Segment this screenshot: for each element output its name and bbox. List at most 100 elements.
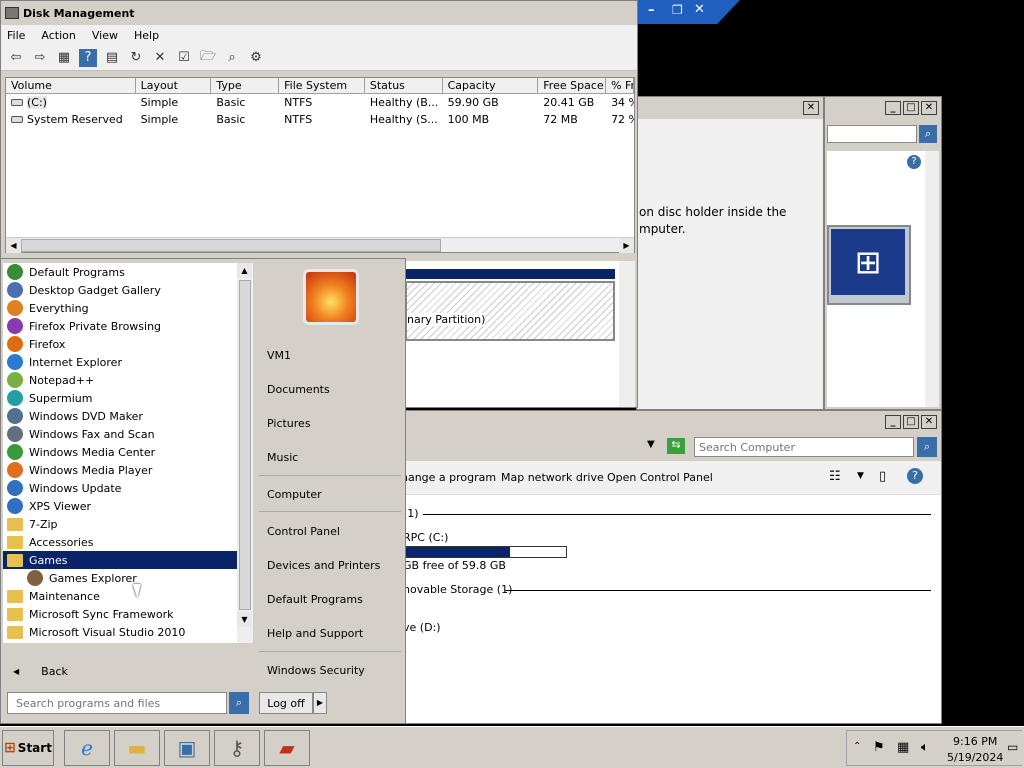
- link-default-programs[interactable]: Default Programs: [267, 593, 363, 606]
- forward-icon[interactable]: ⇨: [31, 49, 49, 67]
- list-item[interactable]: Windows DVD Maker: [3, 407, 237, 425]
- delete-icon[interactable]: ✕: [151, 49, 169, 67]
- list-item[interactable]: 7-Zip: [3, 515, 237, 533]
- user-picture[interactable]: [303, 269, 359, 325]
- menu-help[interactable]: Help: [134, 29, 159, 42]
- volume-icon[interactable]: 🔈︎: [921, 740, 929, 755]
- graphic-scrollbar[interactable]: [619, 261, 635, 407]
- clock-time[interactable]: 9:16 PM: [953, 735, 997, 748]
- start-button[interactable]: ⊞ Start: [2, 730, 54, 766]
- taskbar-toolbox-icon[interactable]: ▰: [264, 730, 310, 766]
- list-item[interactable]: Internet Explorer: [3, 353, 237, 371]
- list-item[interactable]: Windows Media Center: [3, 443, 237, 461]
- back-icon[interactable]: ⇦: [7, 49, 25, 67]
- list-item[interactable]: Windows Fax and Scan: [3, 425, 237, 443]
- taskbar-computer-management-icon[interactable]: ▣: [164, 730, 210, 766]
- address-dropdown-icon[interactable]: ▼: [647, 439, 655, 450]
- minimize-button[interactable]: _: [885, 101, 901, 115]
- link-documents[interactable]: Documents: [267, 383, 330, 396]
- link-help-support[interactable]: Help and Support: [267, 627, 363, 640]
- help-search-icon[interactable]: ⌕: [919, 125, 937, 143]
- scroll-down-icon[interactable]: ▼: [237, 612, 252, 627]
- col-percent-free[interactable]: % Fr: [606, 78, 634, 93]
- taskbar-explorer-icon[interactable]: ▬: [114, 730, 160, 766]
- scroll-right-icon[interactable]: ▶: [619, 237, 634, 253]
- network-icon[interactable]: ▦: [897, 740, 909, 755]
- help-icon[interactable]: ?: [907, 155, 921, 169]
- table-row[interactable]: (C:) Simple Basic NTFS Healthy (B... 59.…: [6, 94, 634, 111]
- scroll-thumb[interactable]: [21, 238, 441, 252]
- menu-view[interactable]: View: [92, 29, 118, 42]
- list-item[interactable]: Microsoft Sync Framework: [3, 605, 237, 623]
- list-item[interactable]: Games Explorer: [3, 569, 237, 587]
- menu-file[interactable]: File: [7, 29, 25, 42]
- list-item[interactable]: Windows Update: [3, 479, 237, 497]
- search-icon[interactable]: ⌕: [229, 692, 249, 714]
- col-layout[interactable]: Layout: [136, 78, 212, 93]
- list-item[interactable]: Everything: [3, 299, 237, 317]
- list-item[interactable]: Default Programs: [3, 263, 237, 281]
- maximize-button[interactable]: □: [903, 415, 919, 429]
- view-options-icon[interactable]: ☷: [829, 469, 841, 484]
- scroll-left-icon[interactable]: ◀: [6, 237, 21, 253]
- list-item[interactable]: Games: [3, 551, 237, 569]
- col-capacity[interactable]: Capacity: [443, 78, 539, 93]
- link-control-panel[interactable]: Control Panel: [267, 525, 340, 538]
- view-dropdown-icon[interactable]: ▼: [857, 471, 864, 481]
- table-row[interactable]: System Reserved Simple Basic NTFS Health…: [6, 111, 634, 128]
- console-tree-icon[interactable]: ▦: [55, 49, 73, 67]
- taskbar-tools-icon[interactable]: ⚷: [214, 730, 260, 766]
- maximize-button[interactable]: □: [903, 101, 919, 115]
- list-item[interactable]: Accessories: [3, 533, 237, 551]
- refresh-icon[interactable]: ↻: [127, 49, 145, 67]
- help-scrollbar[interactable]: [925, 151, 939, 407]
- settings-icon[interactable]: ⚙: [247, 49, 265, 67]
- search-computer-input[interactable]: [694, 437, 914, 457]
- menu-action[interactable]: Action: [41, 29, 75, 42]
- action-center-flag-icon[interactable]: ⚑: [873, 740, 885, 755]
- scroll-up-icon[interactable]: ▲: [237, 263, 252, 278]
- clock-date[interactable]: 5/19/2024: [947, 751, 1003, 764]
- search-programs-input[interactable]: [7, 692, 227, 714]
- close-button[interactable]: ✕: [921, 101, 937, 115]
- link-computer[interactable]: Computer: [267, 488, 322, 501]
- dialog-close-button[interactable]: ✕: [803, 101, 819, 115]
- col-free-space[interactable]: Free Space: [538, 78, 607, 93]
- link-user[interactable]: VM1: [267, 349, 291, 362]
- refresh-icon[interactable]: ⇆: [667, 438, 685, 454]
- show-hidden-icons[interactable]: ⌃: [853, 741, 861, 752]
- col-type[interactable]: Type: [211, 78, 280, 93]
- list-item[interactable]: Microsoft Visual Studio 2010: [3, 623, 237, 641]
- col-volume[interactable]: Volume: [6, 78, 136, 93]
- minimize-button[interactable]: _: [885, 415, 901, 429]
- map-network-drive-command[interactable]: Map network drive: [501, 471, 604, 484]
- close-button[interactable]: ✕: [921, 415, 937, 429]
- logoff-button[interactable]: Log off: [259, 692, 313, 714]
- taskbar-ie-icon[interactable]: ℯ: [64, 730, 110, 766]
- col-file-system[interactable]: File System: [279, 78, 365, 93]
- list-item[interactable]: XPS Viewer: [3, 497, 237, 515]
- list-item[interactable]: Firefox Private Browsing: [3, 317, 237, 335]
- change-program-command[interactable]: hange a program: [401, 471, 496, 484]
- help-icon[interactable]: ?: [79, 48, 97, 67]
- list-item[interactable]: Maintenance: [3, 587, 237, 605]
- list-item[interactable]: Windows Media Player: [3, 461, 237, 479]
- vm-restore-button[interactable]: ❐: [672, 3, 683, 17]
- open-control-panel-command[interactable]: Open Control Panel: [607, 471, 713, 484]
- check-icon[interactable]: ☑: [175, 49, 193, 67]
- programs-scrollbar[interactable]: ▲ ▼: [237, 263, 253, 643]
- search-icon[interactable]: ⌕: [917, 437, 937, 457]
- drive-c-label[interactable]: RPC (C:): [403, 531, 448, 544]
- scroll-thumb[interactable]: [239, 280, 251, 610]
- link-pictures[interactable]: Pictures: [267, 417, 311, 430]
- list-item[interactable]: Supermium: [3, 389, 237, 407]
- vm-close-button[interactable]: ✕: [694, 2, 705, 17]
- back-button[interactable]: ◀ Back: [3, 657, 253, 685]
- preview-pane-icon[interactable]: ▯: [879, 469, 886, 484]
- properties-icon[interactable]: ▤: [103, 49, 121, 67]
- link-music[interactable]: Music: [267, 451, 298, 464]
- list-item[interactable]: Notepad++: [3, 371, 237, 389]
- list-item[interactable]: Firefox: [3, 335, 237, 353]
- link-windows-security[interactable]: Windows Security: [267, 664, 365, 677]
- shutdown-options-arrow-icon[interactable]: ▶: [313, 692, 327, 714]
